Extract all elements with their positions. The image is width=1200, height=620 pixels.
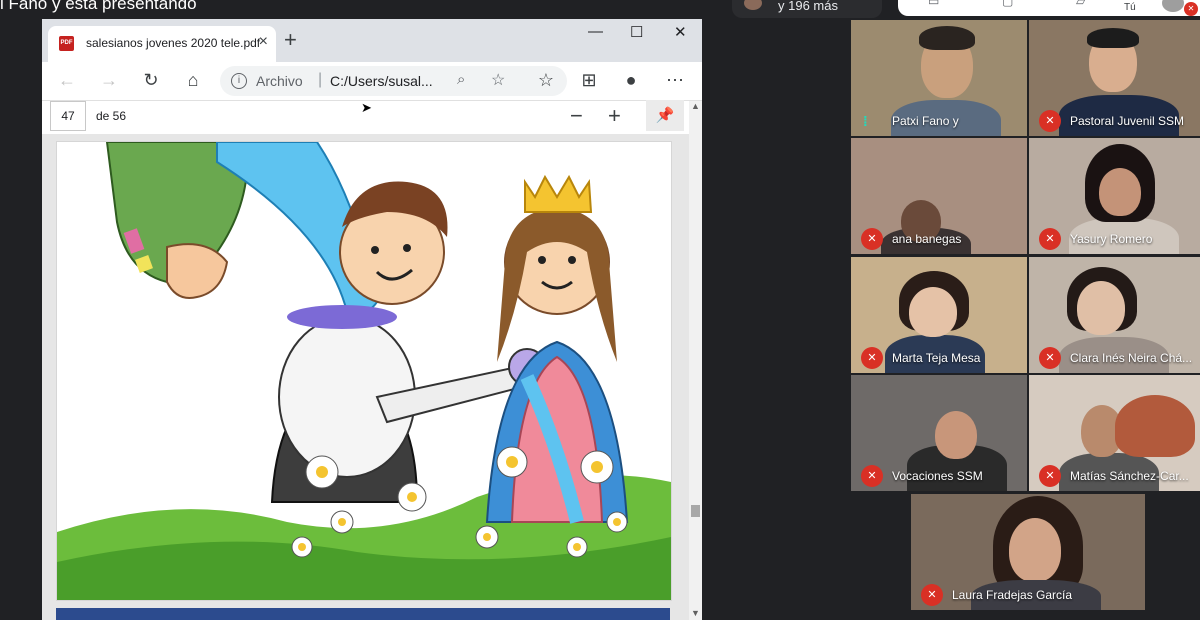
participant-tile[interactable]: ✕ Matías Sánchez-Car... (1029, 375, 1200, 491)
other-participants-count: y 196 más (778, 0, 838, 13)
presented-browser-window: PDF salesianos jovenes 2020 tele.pdf × +… (42, 19, 702, 620)
zoom-in-icon[interactable]: + (608, 103, 621, 129)
maximize-icon[interactable]: ☐ (630, 23, 643, 41)
self-avatar (1162, 0, 1184, 12)
participant-tile[interactable]: ✕ Pastoral Juvenil SSM (1029, 20, 1200, 136)
favorites-icon[interactable]: ☆ (535, 70, 557, 91)
pdf-icon: PDF (59, 36, 74, 51)
new-tab-icon[interactable]: + (284, 27, 297, 53)
participant-name: Yasury Romero (1070, 232, 1153, 246)
address-url: C:/Users/susal... (330, 73, 433, 89)
scroll-thumb[interactable] (691, 505, 700, 517)
mic-muted-icon: ✕ (861, 347, 883, 369)
presenting-banner: i Fano y está presentando (0, 0, 197, 13)
mic-muted-icon: ✕ (861, 228, 883, 250)
participant-tile[interactable]: ✕ Vocaciones SSM (851, 375, 1027, 491)
page-total: de 56 (96, 109, 127, 123)
tab-strip: PDF salesianos jovenes 2020 tele.pdf × +… (42, 19, 702, 62)
close-window-icon[interactable]: ✕ (674, 23, 687, 41)
pdf-toolbar: 47 de 56 − + 📌 (42, 100, 702, 135)
refresh-icon[interactable]: ↻ (140, 70, 162, 91)
minimize-icon[interactable]: — (588, 23, 603, 40)
cartoon-illustration (57, 142, 671, 600)
participant-name: Patxi Fano y (892, 114, 959, 128)
pdf-page (56, 141, 672, 601)
scroll-up-icon[interactable]: ▲ (691, 101, 700, 111)
participant-tile[interactable]: ✕ Laura Fradejas García (911, 494, 1145, 610)
participant-tile[interactable]: ⁞ Patxi Fano y (851, 20, 1027, 136)
participant-name: Marta Teja Mesa (892, 351, 981, 365)
participant-name: Laura Fradejas García (952, 588, 1073, 602)
captions-icon[interactable]: ▭ (928, 0, 946, 8)
meet-top-bar: ▭ ▢ ▱ Tú ✕ (898, 0, 1200, 16)
address-separator: | (318, 71, 323, 88)
scroll-down-icon[interactable]: ▼ (691, 608, 700, 618)
profile-icon[interactable]: ● (620, 70, 642, 91)
participant-name: Pastoral Juvenil SSM (1070, 114, 1185, 128)
browser-toolbar: ← → ↻ ⌂ i Archivo | C:/Users/susal... ⌕ … (42, 62, 702, 101)
address-protocol: Archivo (256, 73, 303, 89)
participant-tile[interactable]: ✕ Marta Teja Mesa (851, 257, 1027, 373)
more-menu-icon[interactable]: ⋯ (664, 70, 686, 91)
next-pdf-page (56, 608, 670, 620)
participant-tile[interactable]: ✕ Yasury Romero (1029, 138, 1200, 254)
participant-name: Vocaciones SSM (892, 469, 983, 483)
tab-close-icon[interactable]: × (259, 33, 268, 51)
self-label: Tú (1124, 2, 1136, 13)
participant-name: Matías Sánchez-Car... (1070, 469, 1189, 483)
participant-avatar (744, 0, 762, 10)
speaking-indicator-icon: ⁞ (863, 113, 868, 129)
mic-muted-icon: ✕ (1039, 465, 1061, 487)
chat-icon[interactable]: ▱ (1076, 0, 1094, 8)
pin-toolbar-icon[interactable]: 📌 (646, 100, 684, 131)
forward-icon[interactable]: → (98, 70, 120, 91)
present-icon[interactable]: ▢ (1002, 0, 1020, 8)
tab-title: salesianos jovenes 2020 tele.pdf (86, 36, 261, 50)
participant-name: ana banegas (892, 232, 962, 246)
mic-muted-icon: ✕ (1039, 347, 1061, 369)
other-participants-chip[interactable]: y 196 más (732, 0, 882, 18)
tab-pdf[interactable]: PDF salesianos jovenes 2020 tele.pdf × (48, 26, 276, 62)
collections-icon[interactable]: ⊞ (578, 70, 600, 91)
participant-name: Clara Inés Neira Chá... (1070, 351, 1193, 365)
page-number-input[interactable]: 47 (50, 101, 86, 131)
zoom-search-icon[interactable]: ⌕ (457, 71, 465, 88)
mic-muted-icon: ✕ (1039, 228, 1061, 250)
participant-tile[interactable]: ✕ ana banegas (851, 138, 1027, 254)
participant-tile[interactable]: ✕ Clara Inés Neira Chá... (1029, 257, 1200, 373)
zoom-out-icon[interactable]: − (570, 103, 583, 129)
mic-muted-icon: ✕ (921, 584, 943, 606)
mic-muted-icon: ✕ (1039, 110, 1061, 132)
info-icon[interactable]: i (231, 73, 247, 89)
self-muted-icon: ✕ (1184, 2, 1198, 16)
home-icon[interactable]: ⌂ (182, 70, 204, 91)
mic-muted-icon: ✕ (861, 465, 883, 487)
pdf-scrollbar[interactable]: ▲ ▼ (689, 101, 702, 620)
pdf-viewer[interactable] (42, 134, 689, 620)
mouse-cursor-icon: ➤ (361, 100, 372, 115)
back-icon[interactable]: ← (56, 70, 78, 91)
address-bar[interactable]: i Archivo | C:/Users/susal... ⌕ ☆ (220, 66, 567, 96)
favorite-star-icon[interactable]: ☆ (491, 70, 505, 90)
